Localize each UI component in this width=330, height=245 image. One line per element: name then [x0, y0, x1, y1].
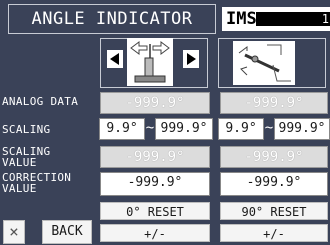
right-correction-value-input[interactable]: -999.9°: [220, 172, 328, 196]
scaling-value-label-line2: VALUE: [2, 156, 37, 169]
brand-bar: 1: [256, 12, 330, 26]
right-scaling-min-input[interactable]: 9.9°: [218, 118, 264, 140]
left-scaling-max-input[interactable]: 999.9°: [155, 118, 213, 140]
right-sensor-image: [233, 41, 295, 85]
left-analog-data-display: -999.9°: [100, 92, 210, 114]
right-scaling-value-display: -999.9°: [220, 146, 328, 168]
arrow-right-icon: [187, 53, 196, 65]
right-sign-toggle-button[interactable]: +/-: [220, 224, 328, 242]
close-button[interactable]: ×: [3, 220, 25, 244]
left-scaling-value-display: -999.9°: [100, 146, 210, 168]
vertical-sensor-icon: [130, 41, 170, 83]
left-sensor-image: [127, 38, 173, 86]
left-zero-reset-button[interactable]: 0° RESET: [100, 202, 210, 220]
analog-data-label: ANALOG DATA: [2, 95, 79, 108]
close-icon: ×: [9, 222, 19, 241]
left-correction-value-input[interactable]: -999.9°: [100, 172, 210, 196]
left-scaling-min-input[interactable]: 9.9°: [99, 118, 145, 140]
tilted-sensor-icon: [238, 44, 291, 82]
right-ninety-reset-button[interactable]: 90° RESET: [220, 202, 328, 220]
back-button[interactable]: BACK: [42, 220, 92, 244]
left-scaling-separator: ~: [145, 120, 155, 136]
left-next-button[interactable]: [183, 50, 199, 68]
left-prev-button[interactable]: [107, 50, 123, 68]
scaling-label: SCALING: [2, 123, 51, 136]
page-title: ANGLE INDICATOR: [8, 4, 216, 34]
left-sign-toggle-button[interactable]: +/-: [100, 224, 210, 242]
correction-value-label-line2: VALUE: [2, 182, 37, 195]
right-analog-data-display: -999.9°: [220, 92, 328, 114]
right-scaling-max-input[interactable]: 999.9°: [274, 118, 330, 140]
arrow-left-icon: [110, 53, 119, 65]
right-scaling-separator: ~: [264, 120, 274, 136]
